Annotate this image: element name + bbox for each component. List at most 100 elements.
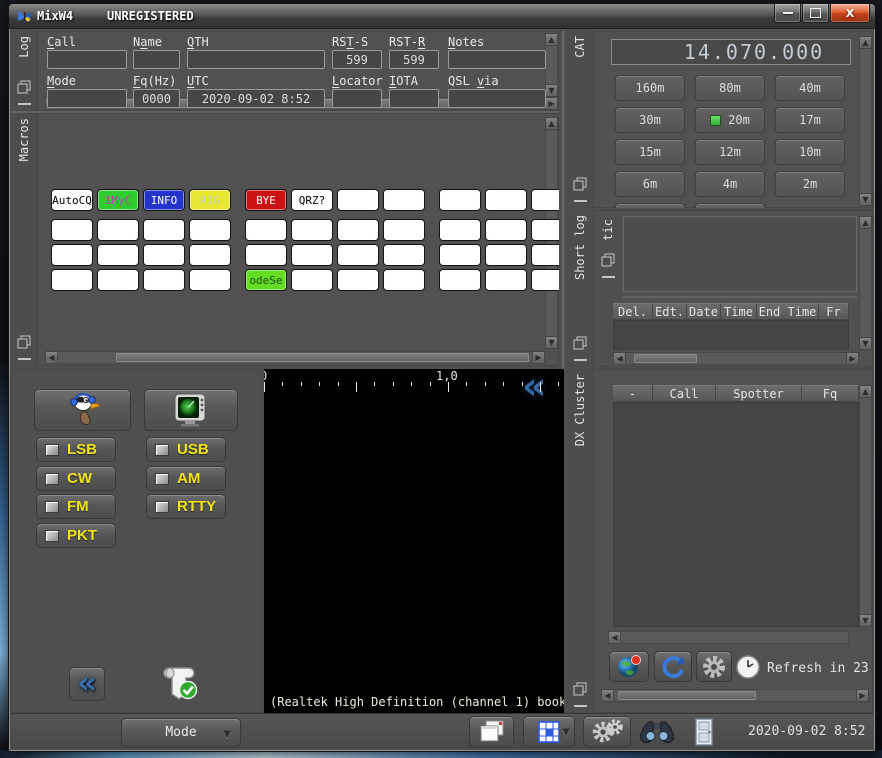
macro-button-empty[interactable] [291,269,333,291]
macro-button-empty[interactable] [337,269,379,291]
tab-log[interactable]: Log [17,36,31,58]
tab-cat[interactable]: CAT [573,36,587,58]
dxcluster-vertical-scrollbar[interactable]: ▲▼ [859,385,872,627]
cat-panel-tab-strip[interactable]: CAT [567,31,593,208]
dxcluster-table-body[interactable] [613,402,859,627]
scroll-left-button[interactable]: ◀ [608,631,621,644]
macro-button-empty[interactable] [531,269,559,291]
close-button[interactable]: X [830,4,870,23]
web-cluster-button[interactable] [609,651,649,682]
frequency-display[interactable]: 14.070.000 [611,39,851,65]
cw-decoder-button[interactable] [34,389,131,431]
shortlog-column-fr[interactable]: Fr [819,303,849,320]
shortlog-column-time[interactable]: Time [721,303,757,320]
macro-button-qrz[interactable]: QRZ? [291,189,333,211]
band-button-clipped[interactable] [615,203,685,208]
panel-splitter[interactable] [623,296,857,298]
shortlog-column-end-time[interactable]: End Time [757,303,819,320]
tab-short-log[interactable]: Short log [573,215,587,280]
log-field-utc[interactable] [187,89,325,108]
float-panel-icon[interactable] [573,336,587,350]
macro-button-empty[interactable] [531,189,559,211]
settings-button[interactable] [583,716,631,747]
macro-button-empty[interactable] [383,269,425,291]
refresh-cluster-button[interactable] [654,651,692,682]
macro-button-empty[interactable] [531,219,559,241]
dx-column-dash[interactable]: - [613,385,653,402]
minimize-panel-icon[interactable] [18,358,31,360]
band-button-15m[interactable]: 15m [615,139,685,165]
scroll-up-button[interactable]: ▲ [859,36,872,49]
log-field-locator[interactable] [332,89,382,108]
shortlog-panel-tab-strip[interactable]: Short log [567,210,593,367]
scroll-down-button[interactable]: ▼ [859,337,872,350]
macro-button-rig[interactable]: RIG [189,189,231,211]
mode-button-fm[interactable]: FM [36,494,116,519]
macro-button-empty[interactable] [143,219,185,241]
float-panel-icon[interactable] [17,80,31,94]
log-field-fq-hz[interactable] [133,89,180,108]
scroll-left-button[interactable]: ◀ [45,351,58,364]
macro-button-empty[interactable] [97,269,139,291]
macro-button-empty[interactable] [485,244,527,266]
search-log-button[interactable] [635,716,679,747]
macro-button-empty[interactable] [51,244,93,266]
scrollbar-thumb[interactable] [634,354,697,363]
mode-button-usb[interactable]: USB [146,437,226,462]
band-button-40m[interactable]: 40m [775,75,845,101]
macros-horizontal-scrollbar[interactable]: ◀▶ [45,351,545,364]
mode-button-lsb[interactable]: LSB [36,437,116,462]
mode-dropdown-button[interactable]: Mode ▼ [121,718,241,747]
mode-button-cw[interactable]: CW [36,466,116,491]
minimize-panel-icon[interactable] [602,276,615,278]
scroll-down-button[interactable]: ▼ [859,614,872,627]
float-panel-icon[interactable] [601,253,615,267]
macro-button-empty[interactable] [439,244,481,266]
dx-column-call[interactable]: Call [653,385,716,402]
macro-button-empty[interactable] [337,189,379,211]
dx-column-spotter[interactable]: Spotter [716,385,802,402]
log-vertical-scrollbar[interactable]: ▲▼ [545,33,558,97]
macro-button-empty[interactable] [485,189,527,211]
scroll-down-button[interactable]: ▼ [859,193,872,206]
band-button-clipped[interactable] [695,203,765,208]
scroll-up-button[interactable]: ▲ [545,117,558,130]
macro-button-1myc[interactable]: 1MyC [97,189,139,211]
macro-button-empty[interactable] [485,219,527,241]
band-button-30m[interactable]: 30m [615,107,685,133]
macro-button-info[interactable]: INFO [143,189,185,211]
band-button-160m[interactable]: 160m [615,75,685,101]
band-button-10m[interactable]: 10m [775,139,845,165]
macro-button-empty[interactable] [245,219,287,241]
waterfall-display-button[interactable] [144,389,238,431]
band-button-6m[interactable]: 6m [615,171,685,197]
macro-button-empty[interactable] [439,219,481,241]
mode-button-am[interactable]: AM [146,466,226,491]
cluster-settings-button[interactable] [696,651,732,682]
band-button-20m[interactable]: 20m [695,107,765,133]
macro-button-empty[interactable] [189,219,231,241]
shortlog-column-del[interactable]: Del. [613,303,653,320]
macro-button-empty[interactable] [97,219,139,241]
band-button-17m[interactable]: 17m [775,107,845,133]
scroll-left-button[interactable]: ◀ [613,352,626,365]
macro-button-empty[interactable] [291,219,333,241]
shortlog-table-body[interactable] [613,320,849,350]
collapse-panel-button[interactable]: « [69,667,105,701]
log-panel-tab-strip[interactable]: Log [11,31,37,111]
log-field-iota[interactable] [389,89,439,108]
float-panel-icon[interactable] [17,335,31,349]
macro-button-empty[interactable] [383,244,425,266]
scroll-left-button[interactable]: ◀ [601,689,614,702]
log-field-name[interactable] [133,50,180,69]
shortlog-column-date[interactable]: Date [687,303,721,320]
log-field-qth[interactable] [187,50,325,69]
macro-button-empty[interactable] [531,244,559,266]
macro-button-empty[interactable] [291,244,333,266]
shortlog-horizontal-scrollbar[interactable]: ◀▶ [613,352,859,365]
macro-button-empty[interactable] [97,244,139,266]
dxcluster-horizontal-scrollbar[interactable]: ◀ [608,631,849,644]
dxcluster-bottom-scrollbar[interactable]: ◀▶ [601,689,869,702]
float-panel-icon[interactable] [573,682,587,696]
scroll-right-button[interactable]: ▶ [532,351,545,364]
